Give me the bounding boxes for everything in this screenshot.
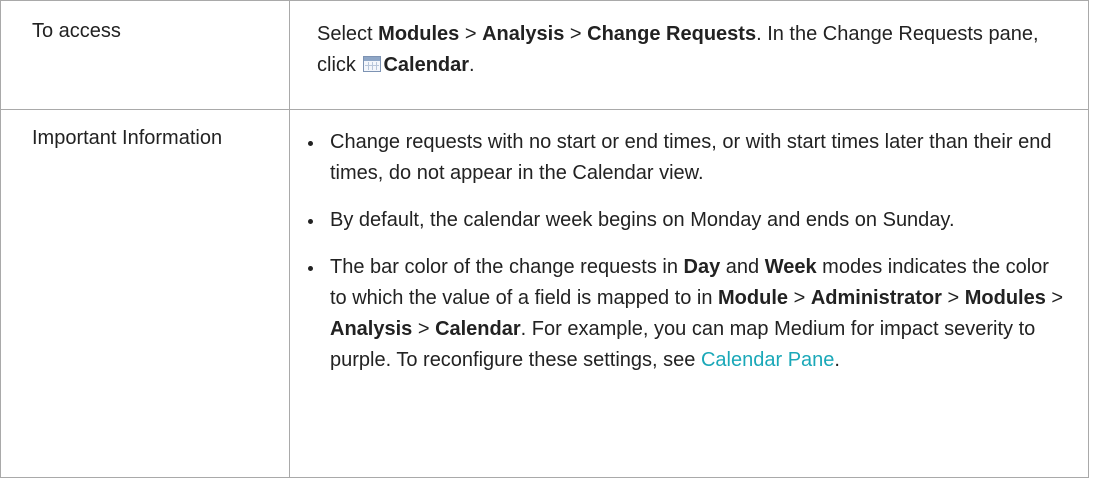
menu-analysis: Analysis: [482, 23, 565, 45]
menu-modules: Modules: [964, 287, 1046, 309]
menu-analysis: Analysis: [330, 318, 413, 340]
menu-administrator: Administrator: [810, 287, 942, 309]
important-information-content: Change requests with no start or end tim…: [289, 109, 1089, 478]
table-row-important-information: Important Information Change requests wi…: [0, 109, 1089, 478]
bullet-text: The bar color of the change requests in: [330, 256, 684, 278]
row-label-access: To access: [0, 0, 290, 110]
menu-calendar: Calendar: [435, 318, 521, 340]
access-instructions: Select Modules > Analysis > Change Reque…: [289, 0, 1089, 110]
list-item: Change requests with no start or end tim…: [304, 127, 1064, 189]
table-row-access: To access Select Modules > Analysis > Ch…: [0, 0, 1089, 110]
row-label-important-information: Important Information: [0, 109, 290, 478]
menu-module: Module: [718, 287, 789, 309]
separator: >: [1045, 287, 1064, 309]
bullet-list: Change requests with no start or end tim…: [304, 127, 1064, 376]
list-item: The bar color of the change requests in …: [304, 252, 1064, 376]
separator: >: [412, 318, 436, 340]
calendar-button-label: Calendar: [383, 54, 470, 76]
access-text-end: .: [469, 54, 475, 76]
separator: >: [788, 287, 811, 309]
list-item: By default, the calendar week begins on …: [304, 205, 1064, 236]
mode-week: Week: [764, 256, 817, 278]
bullet-text-end: .: [834, 349, 840, 371]
bullet-text: and: [720, 256, 765, 278]
separator: >: [941, 287, 965, 309]
separator: >: [459, 23, 483, 45]
info-table: To access Select Modules > Analysis > Ch…: [0, 0, 1089, 478]
access-text-1: Select: [317, 23, 379, 45]
calendar-icon: [363, 56, 382, 72]
menu-change-requests: Change Requests: [587, 23, 757, 45]
separator: >: [564, 23, 588, 45]
calendar-pane-link[interactable]: Calendar Pane: [701, 349, 834, 371]
menu-modules: Modules: [378, 23, 460, 45]
mode-day: Day: [683, 256, 721, 278]
